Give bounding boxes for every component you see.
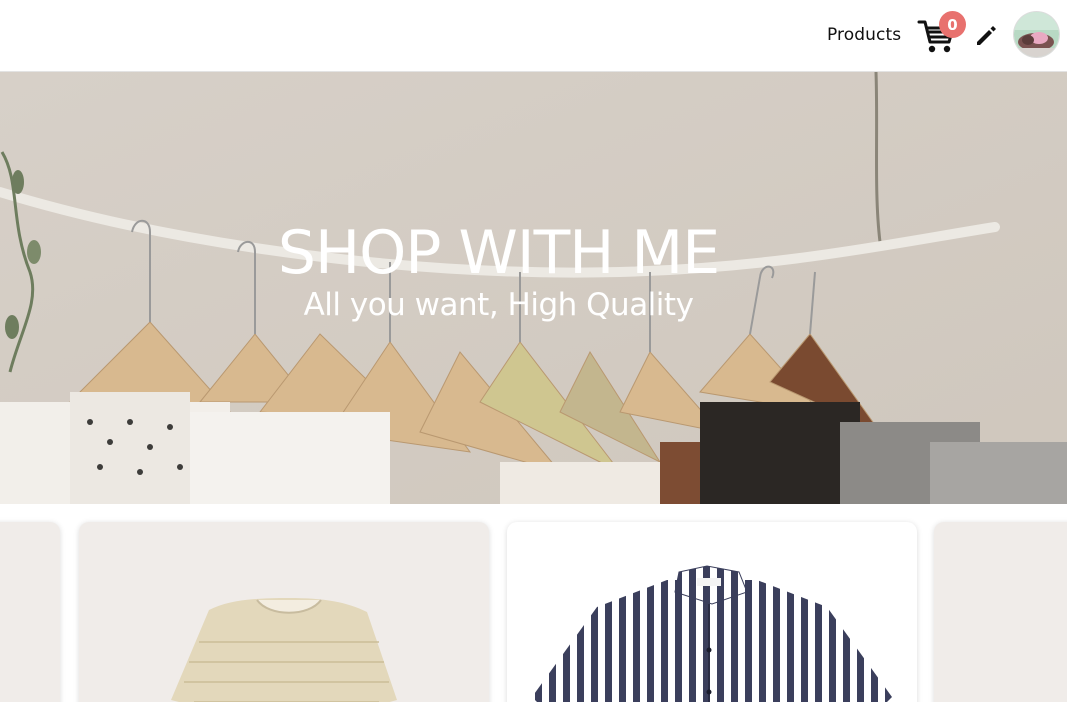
nav-products-link[interactable]: Products <box>827 25 901 45</box>
hero-title: SHOP WITH ME <box>277 218 720 288</box>
user-avatar[interactable] <box>1014 12 1059 57</box>
product-image <box>532 565 892 702</box>
product-card[interactable] <box>79 522 489 702</box>
product-card[interactable] <box>507 522 917 702</box>
cart-count-badge: 0 <box>939 11 966 38</box>
pencil-icon <box>977 26 996 45</box>
cart-button[interactable]: 0 <box>917 11 966 54</box>
product-card[interactable] <box>934 522 1067 702</box>
product-image <box>171 598 397 702</box>
edit-button[interactable] <box>973 22 999 48</box>
hero-subtitle: All you want, High Quality <box>303 287 694 323</box>
product-carousel <box>0 504 1067 702</box>
hero-banner: SHOP WITH ME All you want, High Quality <box>0 72 1067 504</box>
product-card[interactable] <box>0 522 60 702</box>
navbar: Products 0 <box>0 0 1067 72</box>
